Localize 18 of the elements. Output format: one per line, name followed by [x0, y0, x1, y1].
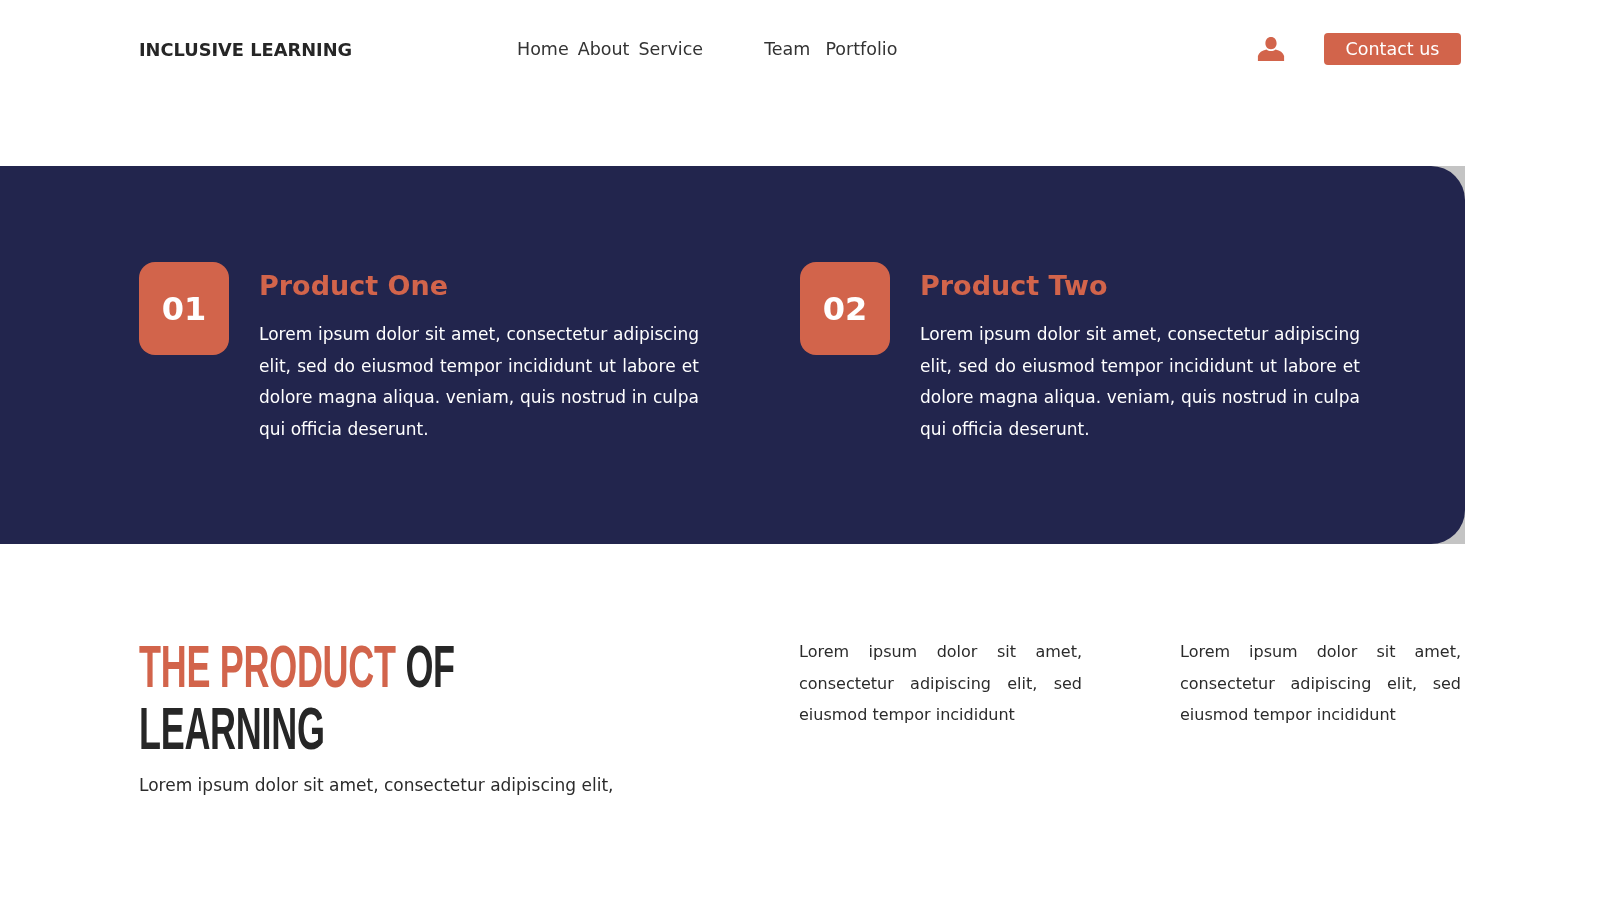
person-icon[interactable]	[1256, 37, 1286, 61]
number-badge: 01	[139, 262, 229, 355]
nav-link[interactable]: About	[577, 39, 630, 59]
number-badge: 02	[800, 262, 890, 355]
product-description: Lorem ipsum dolor sit amet, consectetur adipiscing elit, sed do eiusmod tempor incididunt ut labore et dolore magna aliqua. veniam, quis nostrud in culpa qui officia deserunt.	[259, 323, 699, 441]
body-text: Lorem ipsum dolor sit amet, consectetur adipiscing elit, sed eiusmod tempor incididunt	[1180, 641, 1461, 726]
intro-text: Lorem ipsum dolor sit amet, consectetur adipiscing elit,	[139, 774, 614, 797]
product-title: Product Two	[920, 269, 1109, 303]
site-logo[interactable]: INCLUSIVE LEARNING	[139, 38, 353, 60]
product-title: Product One	[259, 269, 449, 303]
product-description: Lorem ipsum dolor sit amet, consectetur adipiscing elit, sed do eiusmod tempor incididunt ut labore et dolore magna aliqua. veniam, quis nostrud in culpa qui officia deserunt.	[920, 323, 1360, 441]
nav-link[interactable]: Service	[638, 39, 704, 59]
contact-button[interactable]: Contact us	[1324, 33, 1461, 65]
body-text: Lorem ipsum dolor sit amet, consectetur adipiscing elit, sed eiusmod tempor incididunt	[799, 641, 1082, 726]
nav-link[interactable]: Portfolio	[825, 39, 898, 59]
nav-link[interactable]: Home	[517, 39, 569, 59]
nav-link[interactable]: Team	[764, 39, 811, 59]
section-heading: THE PRODUCT OF LEARNING	[139, 636, 456, 760]
